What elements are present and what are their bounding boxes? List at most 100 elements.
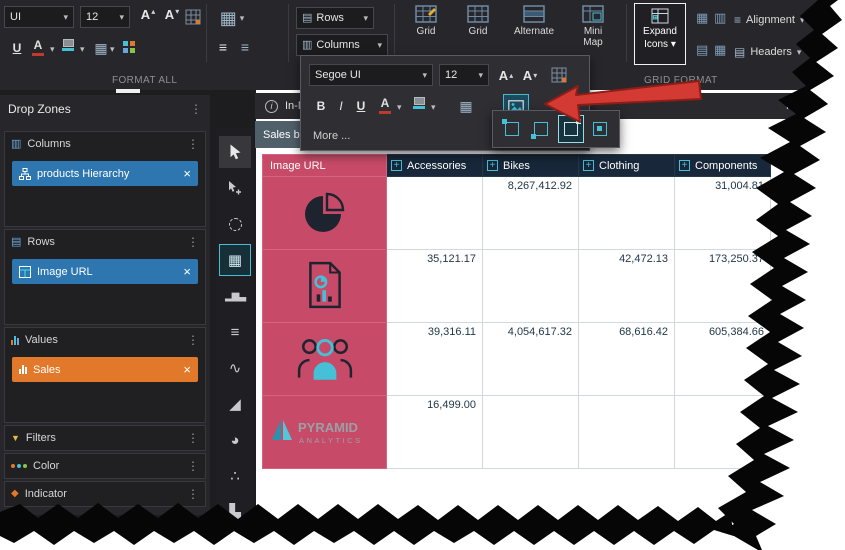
align-center-button[interactable]: ≡ (236, 38, 254, 56)
grid-option-icon-2[interactable]: ▥ (714, 10, 726, 26)
grid-option-icon-4[interactable]: ▦ (714, 42, 726, 58)
value-cell[interactable]: 31,004.81 (675, 177, 771, 250)
chip-image-url[interactable]: Image URL × (12, 259, 198, 284)
value-cell[interactable]: 605,384.66 (675, 323, 771, 396)
kebab-menu-icon[interactable]: ⋮ (187, 333, 199, 347)
decrease-font-button[interactable]: A▾ (161, 7, 183, 27)
row-header-image-cell[interactable] (263, 323, 387, 396)
value-cell[interactable]: 16,499.00 (387, 396, 483, 469)
lasso-tool[interactable] (219, 208, 251, 240)
expand-icon-option-4[interactable] (587, 115, 613, 143)
pie-chart-tool[interactable]: ◕ (219, 424, 251, 456)
increase-font-button[interactable]: A▴ (137, 7, 159, 27)
chevron-down-icon[interactable]: ▾ (110, 45, 115, 54)
value-cell[interactable] (675, 396, 771, 469)
popup-increase-font-button[interactable]: A▴ (495, 65, 517, 85)
grid-style-button[interactable]: Grid (402, 5, 450, 37)
column-header[interactable]: +Clothing (579, 155, 675, 177)
kebab-menu-icon[interactable]: ⋮ (187, 137, 199, 151)
kebab-menu-icon[interactable]: ⋮ (187, 487, 199, 501)
chevron-down-icon[interactable]: ▾ (431, 103, 436, 112)
kebab-menu-icon[interactable]: ⋮ (187, 235, 199, 249)
pointer-tool[interactable] (219, 136, 251, 168)
popup-format-grid-button[interactable] (551, 67, 567, 83)
line-chart-tool[interactable]: ∿ (219, 352, 251, 384)
conditional-format-button[interactable] (122, 40, 136, 54)
value-cell[interactable]: 4,054,617.32 (483, 323, 579, 396)
expand-icon-option-1[interactable] (499, 115, 525, 143)
rows-dropdown[interactable]: ▤ Rows ▾ (296, 7, 374, 29)
bold-button[interactable]: B (313, 96, 329, 116)
value-cell[interactable] (483, 250, 579, 323)
headers-dropdown[interactable]: ▤ Headers ▾ (734, 45, 801, 59)
chevron-down-icon[interactable]: ▾ (80, 45, 85, 54)
fill-color-button[interactable] (62, 39, 74, 51)
row-header-image-cell[interactable] (263, 250, 387, 323)
underline-button[interactable]: U (353, 96, 369, 116)
value-cell[interactable] (579, 177, 675, 250)
underline-button[interactable]: U (8, 38, 26, 58)
kebab-menu-icon[interactable]: ⋮ (187, 431, 199, 445)
close-icon[interactable]: × (183, 166, 191, 181)
popup-fill-color-button[interactable] (413, 97, 425, 109)
popup-font-size-dropdown[interactable]: 12 ▾ (439, 64, 489, 86)
alignment-dropdown[interactable]: ≡ Alignment ▾ (734, 13, 804, 27)
more-options-link[interactable]: More ... (313, 130, 350, 142)
font-size-dropdown[interactable]: 12 ▾ (80, 6, 130, 28)
value-cell[interactable]: 173,250.37 (675, 250, 771, 323)
expand-icon-option-2[interactable] (528, 115, 554, 143)
row-header-image-cell[interactable] (263, 177, 387, 250)
column-header[interactable]: +Components (675, 155, 771, 177)
column-chart-tool[interactable]: ▂▆▃ (219, 280, 251, 312)
expand-icons-button[interactable]: Expand Icons ▾ (634, 3, 686, 65)
borders-button[interactable]: ▦ (92, 38, 110, 58)
row-header-image-cell[interactable]: PYRAMID ANALYTICS (263, 396, 387, 469)
close-icon[interactable]: × (183, 264, 191, 279)
bar-chart-tool[interactable]: ≡ (219, 316, 251, 348)
value-cell[interactable] (483, 396, 579, 469)
expand-plus-icon[interactable]: + (583, 160, 594, 171)
font-family-dropdown[interactable]: UI ▾ (4, 6, 74, 28)
value-cell[interactable]: 42,472.13 (579, 250, 675, 323)
expand-plus-icon[interactable]: + (391, 160, 402, 171)
chip-sales[interactable]: Sales × (12, 357, 198, 382)
value-cell[interactable]: 39,316.11 (387, 323, 483, 396)
expand-icon-option-3-selected[interactable] (558, 115, 584, 143)
scatter-chart-tool[interactable]: ∴ (219, 460, 251, 492)
map-tool[interactable]: ◍ (219, 532, 251, 548)
expand-plus-icon[interactable]: + (679, 160, 690, 171)
value-cell[interactable] (387, 177, 483, 250)
area-chart-tool[interactable]: ◢ (219, 388, 251, 420)
align-left-button[interactable]: ≡ (214, 38, 232, 56)
columns-dropdown[interactable]: ▥ Columns ▾ (296, 34, 388, 56)
close-icon[interactable]: × (183, 362, 191, 377)
treemap-tool[interactable]: ▙ (219, 496, 251, 528)
color-drop-zone[interactable]: Color ⋮ (4, 453, 206, 479)
alternate-rows-button[interactable]: Alternate (506, 5, 562, 37)
panel-splitter-handle[interactable] (116, 89, 140, 93)
grid-option-icon-1[interactable]: ▦ (696, 10, 708, 26)
value-cell[interactable]: 8,267,412.92 (483, 177, 579, 250)
popup-font-color-button[interactable]: A (379, 96, 391, 114)
popup-font-family-dropdown[interactable]: Segoe UI ▾ (309, 64, 433, 86)
chip-products-hierarchy[interactable]: products Hierarchy × (12, 161, 198, 186)
grid-option-icon-3[interactable]: ▤ (696, 42, 708, 58)
font-color-button[interactable]: A (32, 38, 44, 56)
column-header[interactable]: +Accessories (387, 155, 483, 177)
popup-borders-button[interactable]: ▦ (457, 96, 475, 116)
column-header[interactable]: +Bikes (483, 155, 579, 177)
grid-visual-tool[interactable]: ▦ (219, 244, 251, 276)
value-cell[interactable] (579, 396, 675, 469)
kebab-menu-icon[interactable]: ⋮ (190, 102, 202, 116)
indicator-drop-zone[interactable]: ◆ Indicator ⋮ (4, 481, 206, 507)
format-grid-colors-button[interactable] (185, 9, 201, 25)
info-icon[interactable]: i (265, 100, 278, 113)
grid-type-button[interactable]: ▦ ▾ (214, 6, 250, 30)
mini-map-button[interactable]: Mini Map (568, 5, 618, 48)
chevron-down-icon[interactable]: ▾ (50, 45, 55, 54)
corner-header[interactable]: Image URL (263, 155, 387, 177)
expand-plus-icon[interactable]: + (487, 160, 498, 171)
value-cell[interactable]: 68,616.42 (579, 323, 675, 396)
kebab-menu-icon[interactable]: ⋮ (187, 459, 199, 473)
value-cell[interactable]: 35,121.17 (387, 250, 483, 323)
